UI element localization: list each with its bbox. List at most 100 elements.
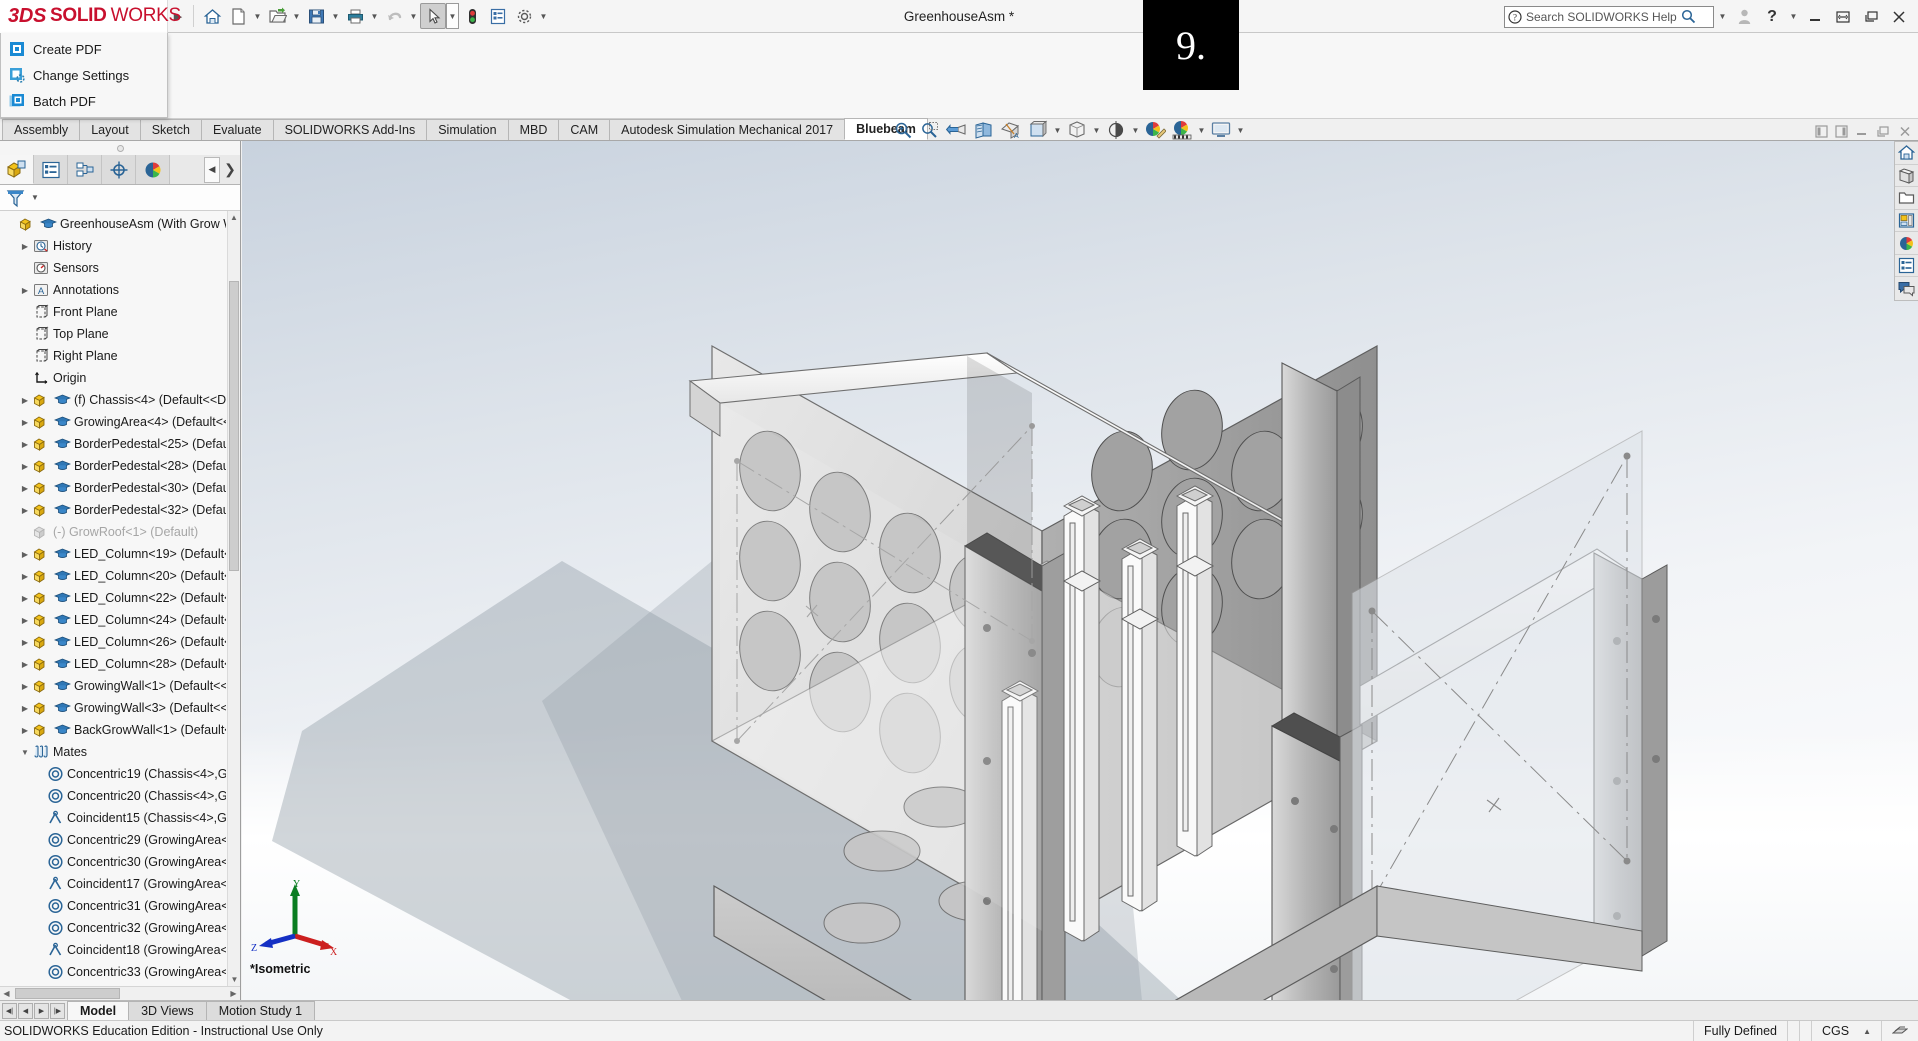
tree-item[interactable]: ▶ BorderPedestal<32> (Defaul (0, 499, 240, 521)
scrollbar-thumb[interactable] (229, 281, 239, 571)
tree-expand-arrow-icon[interactable]: ▶ (18, 587, 32, 609)
tree-item[interactable]: ▶ A Annotations (0, 279, 240, 301)
tree-expand-arrow-icon[interactable]: ▶ (18, 719, 32, 741)
dimxpert-manager-tab[interactable] (102, 155, 136, 184)
tree-expand-arrow-icon[interactable]: ▶ (18, 433, 32, 455)
property-manager-tab[interactable] (34, 155, 68, 184)
file-explorer-icon[interactable] (1894, 187, 1918, 210)
tree-item[interactable]: ▶ GrowingWall<3> (Default<< (0, 697, 240, 719)
tab-autodesk-simulation-mechanical[interactable]: Autodesk Simulation Mechanical 2017 (609, 119, 846, 140)
tab-3d-views[interactable]: 3D Views (128, 1001, 207, 1020)
view-palette-icon[interactable] (1894, 210, 1918, 233)
print-dropdown-caret[interactable]: ▼ (368, 3, 381, 29)
tab-evaluate[interactable]: Evaluate (200, 119, 274, 140)
sw-resources-icon[interactable] (1894, 142, 1918, 165)
tab-assembly[interactable]: Assembly (2, 119, 81, 140)
section-view-icon[interactable] (971, 118, 997, 142)
viewport-display-caret[interactable]: ▼ (1235, 118, 1246, 142)
feature-tree-hscrollbar[interactable]: ◀ ▶ (0, 986, 240, 1000)
tree-expand-arrow-icon[interactable]: ▶ (18, 653, 32, 675)
menu-item-create-pdf[interactable]: Create PDF (1, 36, 167, 62)
tree-expand-arrow-icon[interactable]: ▶ (18, 411, 32, 433)
tree-item[interactable]: (-) GrowRoof<1> (Default) (0, 521, 240, 543)
document-minimize-button[interactable] (1855, 126, 1869, 137)
help-dropdown-caret[interactable]: ▼ (1787, 4, 1800, 30)
tree-item[interactable]: Concentric29 (GrowingArea< (0, 829, 240, 851)
custom-properties-icon[interactable] (1894, 255, 1918, 278)
open-dropdown-caret[interactable]: ▼ (290, 3, 303, 29)
menu-item-batch-pdf[interactable]: Batch PDF (1, 88, 167, 114)
apply-scene-icon[interactable] (1169, 118, 1195, 142)
tree-expand-arrow-icon[interactable]: ▶ (18, 499, 32, 521)
tree-item[interactable]: GreenhouseAsm (With Grow Wa (0, 213, 240, 235)
tab-motion-study-1[interactable]: Motion Study 1 (205, 1001, 316, 1020)
close-button[interactable] (1886, 5, 1912, 29)
tab-model[interactable]: Model (67, 1001, 130, 1020)
viewport-display-icon[interactable] (1208, 118, 1234, 142)
tree-item[interactable]: Coincident15 (Chassis<4>,G (0, 807, 240, 829)
tree-collapse-arrow-icon[interactable]: ▼ (18, 741, 32, 763)
minimize-button[interactable] (1802, 5, 1828, 29)
design-library-icon[interactable] (1894, 165, 1918, 188)
new-document-icon[interactable] (225, 3, 251, 29)
tree-item[interactable]: Coincident17 (GrowingArea< (0, 873, 240, 895)
print-icon[interactable] (342, 3, 368, 29)
new-document-dropdown-caret[interactable]: ▼ (251, 3, 264, 29)
appearances-scenes-icon[interactable] (1894, 232, 1918, 255)
file-properties-icon[interactable] (485, 3, 511, 29)
home-icon[interactable] (199, 3, 225, 29)
units-selector[interactable]: CGS ▲ (1810, 1020, 1881, 1041)
tree-item[interactable]: ▶ BackGrowWall<1> (Default< (0, 719, 240, 741)
hscroll-track[interactable] (13, 988, 227, 999)
rebuild-icon[interactable] (459, 3, 485, 29)
tab-nav-prev[interactable]: ◀ (18, 1002, 33, 1019)
tree-item[interactable]: ▶ GrowingArea<4> (Default<< (0, 411, 240, 433)
tree-item[interactable]: Concentric32 (GrowingArea< (0, 917, 240, 939)
scroll-down-arrow[interactable]: ▼ (228, 973, 240, 986)
tree-expand-arrow-icon[interactable]: ▶ (18, 477, 32, 499)
tree-item[interactable]: ▶ LED_Column<22> (Default< (0, 587, 240, 609)
tree-expand-arrow-icon[interactable]: ▶ (18, 609, 32, 631)
view-settings-icon[interactable] (1103, 118, 1129, 142)
view-orientation-icon[interactable]: A (998, 118, 1024, 142)
tab-sketch[interactable]: Sketch (139, 119, 202, 140)
hscroll-left-arrow[interactable]: ◀ (0, 987, 13, 1000)
save-dropdown-caret[interactable]: ▼ (329, 3, 342, 29)
zoom-to-area-icon[interactable] (917, 118, 943, 142)
tree-item[interactable]: ▶ History (0, 235, 240, 257)
previous-view-icon[interactable] (944, 118, 970, 142)
sw-forum-icon[interactable] (1895, 277, 1918, 300)
tab-nav-next[interactable]: ▶ (34, 1002, 49, 1019)
tree-expand-arrow-icon[interactable]: ▶ (18, 389, 32, 411)
tab-mbd[interactable]: MBD (507, 119, 560, 140)
tree-item[interactable]: ▶ LED_Column<26> (Default< (0, 631, 240, 653)
feature-tree-tab[interactable] (0, 155, 34, 184)
tree-item[interactable]: ▼ Mates (0, 741, 240, 763)
tree-expand-arrow-icon[interactable]: ▶ (18, 631, 32, 653)
tree-item[interactable]: ▶ BorderPedestal<28> (Defaul (0, 455, 240, 477)
tree-item[interactable]: ▶ LED_Column<24> (Default< (0, 609, 240, 631)
tree-item[interactable]: Top Plane (0, 323, 240, 345)
tab-nav-first[interactable]: ◀| (2, 1002, 17, 1019)
tree-expand-arrow-icon[interactable]: ▶ (18, 543, 32, 565)
panel-expand-button[interactable]: ❯ (220, 161, 240, 178)
tree-item[interactable]: Concentric30 (GrowingArea< (0, 851, 240, 873)
tree-item[interactable]: ▶ BorderPedestal<30> (Defaul (0, 477, 240, 499)
tree-item[interactable]: Concentric19 (Chassis<4>,G (0, 763, 240, 785)
tree-expand-arrow-icon[interactable]: ▶ (18, 235, 32, 257)
tree-expand-arrow-icon[interactable]: ▶ (18, 279, 32, 301)
open-icon[interactable] (264, 3, 290, 29)
save-icon[interactable] (303, 3, 329, 29)
tree-item[interactable]: ▶ GrowingWall<1> (Default<< (0, 675, 240, 697)
hide-show-caret[interactable]: ▼ (1091, 118, 1102, 142)
panel-drag-handle[interactable] (0, 141, 240, 155)
tab-layout[interactable]: Layout (79, 119, 141, 140)
tree-item[interactable]: Concentric31 (GrowingArea< (0, 895, 240, 917)
options-gear-icon[interactable] (511, 3, 537, 29)
edit-appearance-icon[interactable] (1142, 118, 1168, 142)
tree-item[interactable]: ▶ LED_Column<28> (Default< (0, 653, 240, 675)
maximize-button[interactable] (1858, 5, 1884, 29)
scroll-up-arrow[interactable]: ▲ (228, 211, 240, 224)
undo-icon[interactable] (381, 3, 407, 29)
display-style-icon[interactable] (1025, 118, 1051, 142)
